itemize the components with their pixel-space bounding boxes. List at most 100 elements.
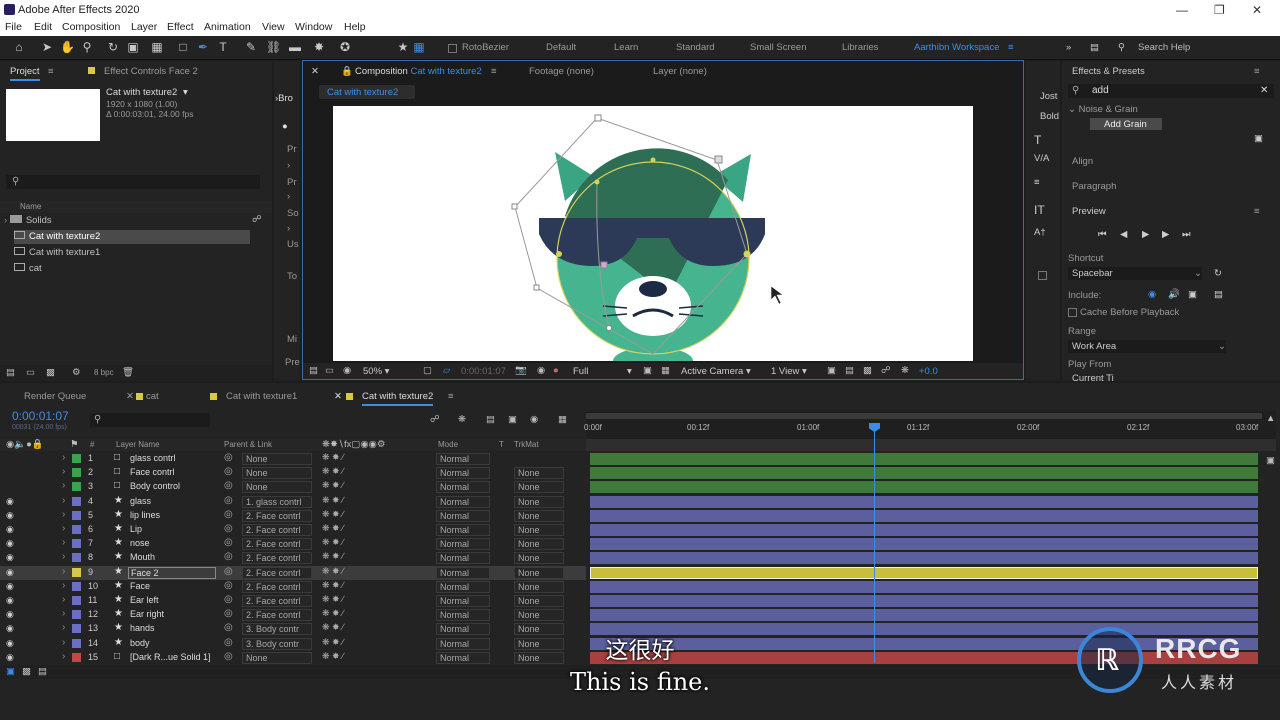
align-panel-tab[interactable]: Align [1072, 156, 1093, 167]
trkmat-select[interactable]: None [514, 580, 564, 593]
expand-layer-icon[interactable]: › [62, 495, 65, 506]
expand-layer-icon[interactable]: › [62, 509, 65, 520]
label-color-swatch[interactable] [72, 454, 81, 463]
camera-select[interactable]: Active Camera ▾ [681, 366, 751, 377]
parent-select[interactable]: 2. Face contrl [242, 580, 312, 593]
layer-duration-bar[interactable] [590, 495, 1258, 508]
blend-mode-select[interactable]: Normal [436, 595, 490, 607]
comp-mini-flowchart-icon[interactable]: ☍ [430, 414, 440, 425]
layer-name[interactable]: Mouth [130, 552, 155, 562]
menu-help[interactable]: Help [344, 21, 366, 33]
layer-name[interactable]: Face 2 [128, 566, 216, 579]
type-tool-icon[interactable]: T [216, 40, 230, 54]
composition-tab[interactable]: Composition Cat with texture2 [355, 66, 482, 77]
flowchart-icon[interactable]: ☍ [881, 365, 891, 376]
hand-tool-icon[interactable]: ✋ [60, 40, 75, 54]
trkmat-select[interactable]: None [514, 566, 564, 579]
layer-name[interactable]: nose [130, 538, 150, 548]
trkmat-select[interactable]: None [514, 538, 564, 551]
layer-duration-bar[interactable] [590, 609, 1258, 622]
parent-select[interactable]: 2. Face contrl [242, 552, 312, 565]
zoom-tool-icon[interactable]: ⚲ [80, 40, 94, 54]
viewer-timecode[interactable]: 0:00:01:07 [461, 366, 506, 377]
composition-canvas[interactable] [333, 106, 973, 361]
layer-name[interactable]: Face contrl [130, 467, 175, 477]
last-frame-icon[interactable]: ⏭ [1182, 229, 1191, 240]
layer-duration-bar[interactable] [590, 595, 1258, 607]
layer-duration-bar[interactable] [590, 524, 1258, 536]
effects-menu-icon[interactable]: ≡ [1254, 66, 1260, 77]
label-color-swatch[interactable] [72, 510, 81, 520]
clear-search-icon[interactable]: ✕ [1260, 85, 1268, 96]
include-overlays-icon[interactable]: ▣ [1188, 289, 1197, 300]
blend-mode-select[interactable]: Normal [436, 566, 490, 579]
composition-tab-menu-icon[interactable]: ≡ [491, 66, 497, 77]
character-panel-tab[interactable]: ›Bro [275, 93, 293, 104]
effects-search-input[interactable]: ⚲ add ✕ [1068, 84, 1274, 98]
time-ruler[interactable]: 0:00f 00:12f 01:00f 01:12f 02:00f 02:12f… [584, 411, 1276, 441]
workspace-libraries[interactable]: Libraries [842, 42, 878, 53]
layer-switches[interactable]: ❋ ✸ ∕ [322, 480, 344, 491]
menu-file[interactable]: File [5, 21, 22, 33]
layer-switches[interactable]: ❋ ✸ ∕ [322, 509, 344, 520]
resolution-select[interactable]: Full [573, 366, 588, 377]
timeline-icon[interactable]: ▩ [863, 365, 872, 376]
trkmat-select[interactable]: None [514, 481, 564, 494]
blend-mode-select[interactable]: Normal [436, 538, 490, 551]
project-item-cat-with-texture2[interactable]: Cat with texture2 [14, 230, 250, 244]
expand-layer-icon[interactable]: › [62, 466, 65, 477]
chevron-right-icon[interactable]: › [287, 160, 290, 171]
selected-item-dropdown-icon[interactable]: ▾ [183, 87, 188, 98]
layer-row[interactable]: ◉ › 9 ★ Face 2 ◎ 2. Face contrl ❋ ✸ ∕ No… [0, 565, 586, 580]
include-layer-controls-icon[interactable]: ▤ [1214, 289, 1223, 300]
parent-select[interactable]: 2. Face contrl [242, 538, 312, 551]
fast-preview-icon[interactable]: ▤ [845, 365, 854, 376]
view-layout-select[interactable]: 1 View ▾ [771, 366, 807, 377]
blend-mode-select[interactable]: Normal [436, 552, 490, 565]
layer-row[interactable]: ◉ › 12 ★ Ear right ◎ 2. Face contrl ❋ ✸ … [0, 608, 586, 622]
close-icon[interactable]: ✕ [1252, 3, 1262, 17]
current-time-indicator[interactable] [874, 423, 875, 663]
layer-switches[interactable]: ❋ ✸ ∕ [322, 523, 344, 534]
new-folder-icon[interactable]: ▭ [26, 367, 35, 378]
blend-mode-select[interactable]: Normal [436, 495, 490, 508]
work-area-bar[interactable] [586, 413, 1262, 419]
layer-switches[interactable]: ❋ ✸ ∕ [322, 580, 344, 591]
chevron-right-icon[interactable]: › [287, 191, 290, 202]
effect-category[interactable]: ⌄ Noise & Grain [1068, 104, 1138, 115]
previous-frame-icon[interactable]: ◀ [1120, 229, 1127, 240]
motion-blur-icon[interactable]: ◉ [530, 414, 538, 425]
label-color-swatch[interactable] [72, 610, 81, 620]
workspace-menu-icon[interactable]: ≡ [1008, 42, 1014, 53]
expand-layer-icon[interactable]: › [62, 594, 65, 605]
layer-row[interactable]: ◉ › 11 ★ Ear left ◎ 2. Face contrl ❋ ✸ ∕… [0, 594, 586, 608]
draft-3d-icon[interactable]: ❋ [458, 414, 466, 425]
parent-pickwhip-icon[interactable]: ◎ [224, 537, 233, 548]
reset-shortcut-icon[interactable]: ↻ [1214, 268, 1222, 279]
trkmat-select[interactable]: None [514, 552, 564, 565]
parent-select[interactable]: 2. Face contrl [242, 524, 312, 536]
expand-layer-icon[interactable]: › [62, 523, 65, 534]
parent-pickwhip-icon[interactable]: ◎ [224, 594, 233, 605]
snap-icon[interactable]: ▦ [412, 40, 426, 54]
layer-duration-bar[interactable] [590, 453, 1258, 465]
menu-layer[interactable]: Layer [131, 21, 157, 33]
workspace-default[interactable]: Default [546, 42, 576, 53]
layer-row[interactable]: ◉ › 5 ★ lip lines ◎ 2. Face contrl ❋ ✸ ∕… [0, 509, 586, 523]
show-snapshot-icon[interactable]: ◉ [537, 365, 545, 376]
flowchart-icon[interactable]: ☍ [252, 214, 262, 225]
clone-stamp-tool-icon[interactable]: ⛓ [266, 40, 281, 54]
new-preset-icon[interactable]: ▣ [1254, 133, 1263, 144]
toggle-pixel-icon[interactable]: ▣ [827, 365, 836, 376]
layer-switches[interactable]: ❋ ✸ ∕ [322, 452, 344, 463]
more-workspaces-icon[interactable]: » [1066, 42, 1071, 53]
layer-row[interactable]: ◉ › 10 ★ Face ◎ 2. Face contrl ❋ ✸ ∕ Nor… [0, 580, 586, 594]
delete-icon[interactable]: 🗑 [122, 367, 134, 378]
project-item-cat[interactable]: cat [14, 262, 250, 276]
eraser-tool-icon[interactable]: ▬ [288, 40, 302, 54]
layer-row[interactable]: ◉ › 4 ★ glass ◎ 1. glass contrl ❋ ✸ ∕ No… [0, 495, 586, 509]
parent-select[interactable]: 2. Face contrl [242, 509, 312, 522]
expand-layer-icon[interactable]: › [62, 480, 65, 491]
search-help-input[interactable]: Search Help [1138, 42, 1190, 53]
layer-duration-bar[interactable] [590, 538, 1258, 551]
